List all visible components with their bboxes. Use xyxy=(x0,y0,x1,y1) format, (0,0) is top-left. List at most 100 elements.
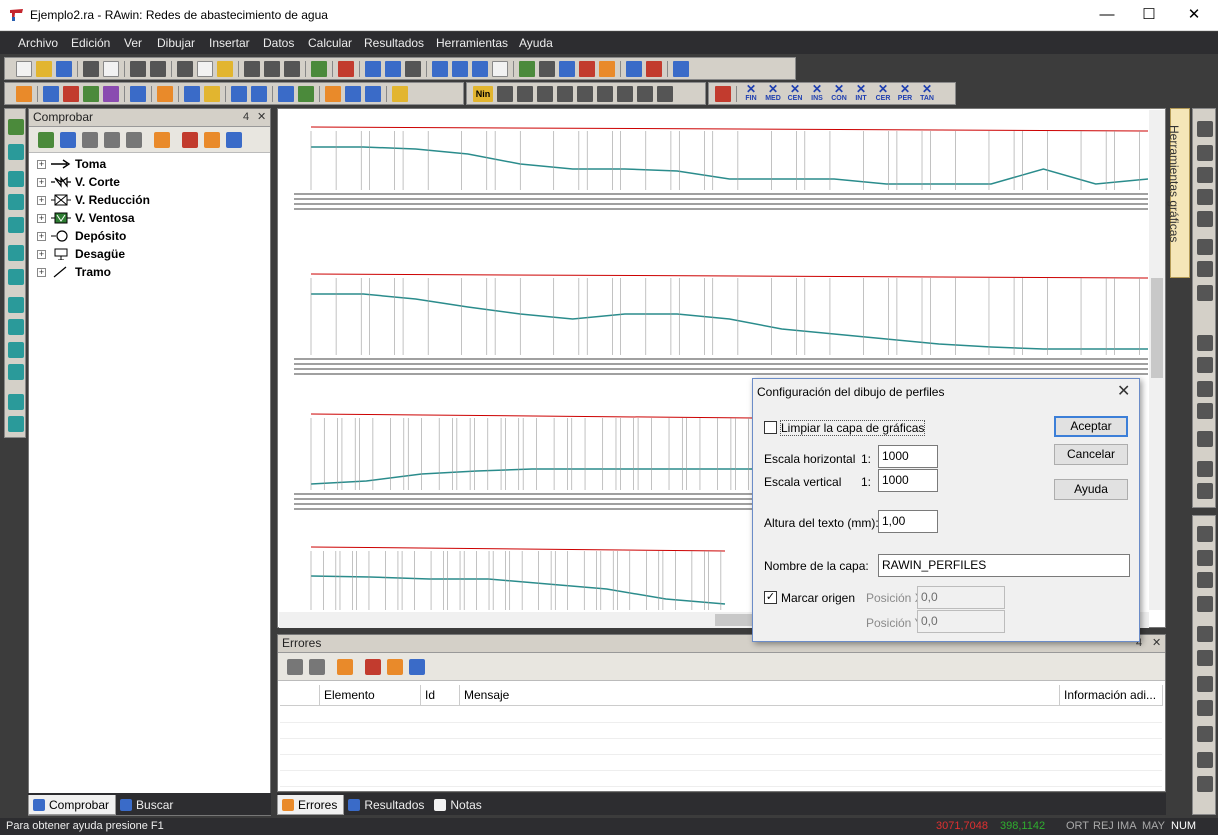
move-icon[interactable] xyxy=(387,658,403,675)
same-height-icon[interactable] xyxy=(1197,726,1213,742)
measure-icon[interactable] xyxy=(579,60,595,77)
vertical-scrollbar[interactable] xyxy=(1149,110,1165,610)
text-height-input[interactable]: 1,00 xyxy=(878,510,938,533)
snap-diag-icon[interactable] xyxy=(617,85,633,102)
fillet-tool-icon[interactable] xyxy=(1197,381,1213,397)
bring-front-icon[interactable] xyxy=(1197,752,1213,768)
panel-close-icon[interactable]: ✕ xyxy=(257,109,266,126)
menu-herramientas[interactable]: Herramientas xyxy=(436,36,508,50)
rotate-tool-icon[interactable] xyxy=(1197,145,1213,161)
cut-icon[interactable] xyxy=(177,60,193,77)
properties-icon[interactable] xyxy=(126,131,142,148)
snap-med-button[interactable]: ✕ MED xyxy=(762,83,784,103)
help-button[interactable]: Ayuda xyxy=(1054,479,1128,500)
menu-ayuda[interactable]: Ayuda xyxy=(519,36,553,50)
comment-icon[interactable] xyxy=(385,60,401,77)
menu-dibujar[interactable]: Dibujar xyxy=(157,36,195,50)
polygon-icon[interactable] xyxy=(103,85,119,102)
column-header-informacion[interactable]: Información adi... xyxy=(1060,685,1163,706)
column-header-selector[interactable] xyxy=(280,685,320,706)
air-valve-tool-icon[interactable] xyxy=(8,364,24,380)
snap-gear2-icon[interactable] xyxy=(577,85,593,102)
drain-tool-icon[interactable] xyxy=(8,394,24,410)
layer-name-input[interactable]: RAWIN_PERFILES xyxy=(878,554,1130,577)
minimize-button[interactable]: — xyxy=(1085,0,1129,31)
menu-archivo[interactable]: Archivo xyxy=(18,36,58,50)
snap-con-button[interactable]: ✕ CON xyxy=(828,83,850,103)
snap-line-icon[interactable] xyxy=(497,85,513,102)
delete-icon[interactable] xyxy=(244,60,260,77)
check-valve-icon[interactable] xyxy=(8,319,24,335)
accept-button[interactable]: Aceptar xyxy=(1054,416,1128,437)
symbol-icon[interactable] xyxy=(278,85,294,102)
find-icon[interactable] xyxy=(409,658,425,675)
grid-icon[interactable] xyxy=(539,60,555,77)
menu-datos[interactable]: Datos xyxy=(263,36,294,50)
expand-icon[interactable]: + xyxy=(37,213,46,223)
sum-icon[interactable] xyxy=(338,60,354,77)
snap-curve-icon[interactable] xyxy=(657,85,673,102)
tab-errores[interactable]: Errores xyxy=(277,795,345,815)
tree-item-toma[interactable]: + Toma xyxy=(37,155,106,173)
polyline-icon[interactable] xyxy=(63,85,79,102)
expand-icon[interactable]: + xyxy=(37,231,46,241)
snap-tan-button[interactable]: ✕ TAN xyxy=(916,83,938,103)
zoom-out-icon[interactable] xyxy=(472,60,488,77)
reducer-tool-icon[interactable] xyxy=(8,342,24,358)
grid-flag[interactable]: REJ xyxy=(1093,820,1114,832)
tree-item-tramo[interactable]: + Tramo xyxy=(37,263,111,281)
valve-down-icon[interactable] xyxy=(8,144,24,160)
same-width-icon[interactable] xyxy=(1197,700,1213,716)
move-icon[interactable] xyxy=(204,131,220,148)
gate-valve-tool-icon[interactable] xyxy=(8,297,24,313)
find-icon[interactable] xyxy=(226,131,242,148)
junction-icon[interactable] xyxy=(8,269,24,285)
clear-layer-label[interactable]: Limpiar la capa de gráficas xyxy=(779,420,926,436)
join-tool-icon[interactable] xyxy=(1197,431,1213,447)
pos-y-input[interactable]: 0,0 xyxy=(917,610,1005,633)
nin-button[interactable]: Nin xyxy=(473,85,493,102)
sort-icon[interactable] xyxy=(626,60,642,77)
expand-icon[interactable]: + xyxy=(37,195,46,205)
explode-tool-icon[interactable] xyxy=(1197,403,1213,419)
snap-cross-icon[interactable] xyxy=(597,85,613,102)
extend-tool-icon[interactable] xyxy=(1197,285,1213,301)
menu-ver[interactable]: Ver xyxy=(124,36,142,50)
edit-properties-icon[interactable] xyxy=(264,60,280,77)
check-run-icon[interactable] xyxy=(38,131,54,148)
tree-item-desague[interactable]: + Desagüe xyxy=(37,245,125,263)
list-icon[interactable] xyxy=(60,131,76,148)
eraser-icon[interactable] xyxy=(284,60,300,77)
pen-tool-icon[interactable] xyxy=(1197,483,1213,499)
move-tool-icon[interactable] xyxy=(1197,121,1213,137)
tree-item-v-corte[interactable]: + V. Corte xyxy=(37,173,120,191)
align-bottom-icon[interactable] xyxy=(1197,596,1213,612)
snap-cen-button[interactable]: ✕ CEN xyxy=(784,83,806,103)
copy-icon[interactable] xyxy=(197,60,213,77)
select-area-icon[interactable] xyxy=(154,131,170,148)
pan-hand-icon[interactable] xyxy=(492,60,508,77)
remove-icon[interactable] xyxy=(365,658,381,675)
dialog-close-button[interactable]: ✕ xyxy=(1117,381,1130,401)
layers-icon[interactable] xyxy=(673,60,689,77)
intake-arrow-icon[interactable] xyxy=(8,245,24,261)
pos-x-input[interactable]: 0,0 xyxy=(917,586,1005,609)
panel-close-icon[interactable]: ✕ xyxy=(1152,635,1161,652)
redo-icon[interactable] xyxy=(150,60,166,77)
scale-tool-icon[interactable] xyxy=(1197,167,1213,183)
select-area-icon[interactable] xyxy=(337,658,353,675)
save-icon[interactable] xyxy=(56,60,72,77)
align-right-icon[interactable] xyxy=(1197,572,1213,588)
expand-icon[interactable]: + xyxy=(37,267,46,277)
offset-tool-icon[interactable] xyxy=(1197,357,1213,373)
text-box-icon[interactable] xyxy=(204,85,220,102)
menu-edicion[interactable]: Edición xyxy=(71,36,110,50)
snap-circle-icon[interactable] xyxy=(537,85,553,102)
h-scale-input[interactable]: 1000 xyxy=(878,445,938,468)
bar-chart-icon[interactable] xyxy=(325,85,341,102)
pin-icon[interactable]: 4 xyxy=(243,109,249,126)
table-icon[interactable] xyxy=(365,60,381,77)
sum-list-icon[interactable] xyxy=(646,60,662,77)
text-icon[interactable] xyxy=(184,85,200,102)
mirror-tool-icon[interactable] xyxy=(1197,211,1213,227)
